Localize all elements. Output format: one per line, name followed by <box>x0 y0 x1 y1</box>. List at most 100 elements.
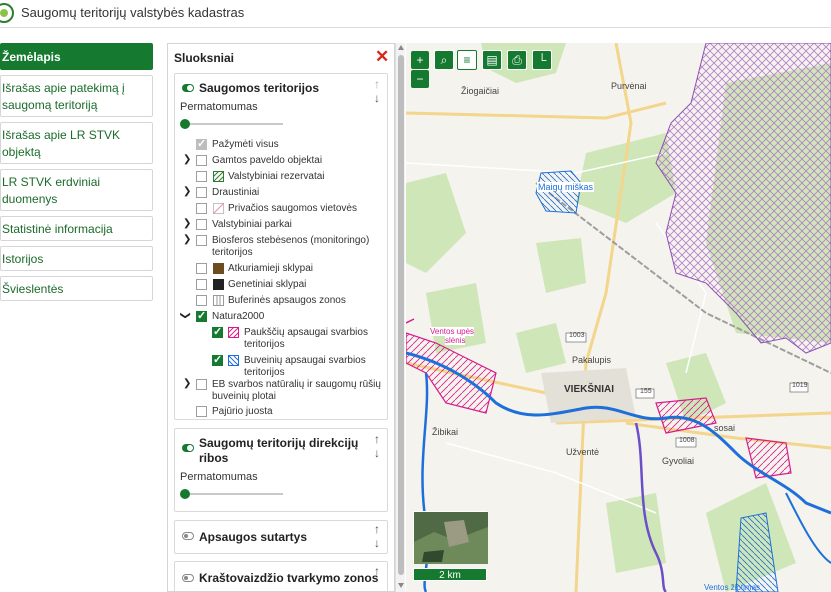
grid-grey-icon <box>213 295 224 306</box>
chevron-right-icon[interactable]: ❯ <box>183 218 191 229</box>
opacity-slider-track[interactable] <box>183 123 283 125</box>
layer-checkbox-habitats[interactable] <box>212 353 223 366</box>
chevron-right-icon[interactable]: ❯ <box>183 378 191 389</box>
toggle-directorates[interactable] <box>182 444 194 452</box>
panel-scrollbar[interactable] <box>395 43 405 592</box>
toggle-agreements[interactable] <box>182 532 194 540</box>
hatch-blue-icon <box>228 355 239 366</box>
hatch-magenta-icon <box>228 327 239 338</box>
zoom-in-button[interactable]: + <box>411 51 429 69</box>
layer-checkbox[interactable] <box>196 406 207 417</box>
map-label-ziogaiciai: Žiogaičiai <box>461 86 500 96</box>
layer-label: teritorijos <box>244 339 285 350</box>
layer-label: Valstybiniai rezervatai <box>228 171 325 182</box>
scroll-up-icon[interactable] <box>398 45 404 50</box>
chevron-right-icon[interactable]: ❯ <box>183 234 191 245</box>
layer-label: Draustiniai <box>212 187 260 198</box>
black-square-icon <box>213 279 224 290</box>
layer-label: Pajūrio juosta <box>212 406 273 417</box>
layer-label: Buferinės apsaugos zonos <box>228 295 346 306</box>
layer-label: Paukščių apsaugai svarbios <box>244 327 368 338</box>
close-icon[interactable]: ✕ <box>375 47 389 67</box>
nav-item-dashboards[interactable]: Švieslentės <box>0 276 153 301</box>
layer-checkbox[interactable] <box>196 203 207 214</box>
layer-label: teritorijos <box>212 247 253 258</box>
app-title: Saugomų teritorijų valstybės kadastras <box>21 5 245 20</box>
print-button[interactable]: ⎙ <box>507 50 527 70</box>
layer-label: Natura2000 <box>212 311 265 322</box>
nav-item-extract-access[interactable]: Išrašas apie patekimą į saugomą teritori… <box>0 75 153 117</box>
nav-item-spatial-data[interactable]: LR STVK erdviniai duomenys <box>0 169 153 211</box>
search-button[interactable]: ⌕ <box>434 50 454 70</box>
move-up-icon[interactable]: ↑ <box>374 77 380 91</box>
layer-label: teritorijos <box>244 367 285 378</box>
layer-checkbox-natura2000[interactable] <box>196 309 207 322</box>
opacity-slider-knob[interactable] <box>180 119 190 129</box>
overview-minimap[interactable] <box>413 511 488 564</box>
layer-checkbox[interactable] <box>196 279 207 290</box>
layer-label: Buveinių apsaugai svarbios <box>244 355 366 366</box>
zoom-out-button[interactable]: − <box>411 70 429 88</box>
layer-checkbox-birds[interactable] <box>212 325 223 338</box>
map-label-gyvoliai: Gyvoliai <box>662 456 695 466</box>
layer-label: Gamtos paveldo objektai <box>212 155 323 166</box>
map-label-road-155: 155 <box>640 388 652 395</box>
layers-panel-title: Sluoksniai <box>174 51 235 65</box>
layer-group-title: Saugomų teritorijų direkcijų <box>199 436 359 450</box>
layer-checkbox[interactable] <box>196 235 207 246</box>
measure-button[interactable]: └ <box>532 50 552 70</box>
chevron-down-icon[interactable]: ❯ <box>180 311 191 319</box>
select-all-checkbox[interactable] <box>196 137 207 150</box>
toggle-landscape-zones[interactable] <box>182 574 194 582</box>
print-icon: ⎙ <box>512 53 522 67</box>
minimap-graphics <box>414 512 488 564</box>
layer-label: Privačios saugomos vietovės <box>228 203 357 214</box>
map-label-sosai: sosai <box>714 423 736 433</box>
book-icon: ▤ <box>486 53 498 67</box>
ruler-icon: └ <box>537 53 547 67</box>
layer-label: Genetiniai sklypai <box>228 279 307 290</box>
scroll-thumb[interactable] <box>398 55 404 575</box>
move-up-icon[interactable]: ↑ <box>374 564 380 578</box>
layer-checkbox[interactable] <box>196 295 207 306</box>
layers-icon: ≡ <box>463 53 471 67</box>
move-down-icon[interactable]: ↓ <box>374 536 380 550</box>
search-icon: ⌕ <box>440 53 448 67</box>
layer-checkbox[interactable] <box>196 263 207 274</box>
nav-item-stories[interactable]: Istorijos <box>0 246 153 271</box>
toggle-protected-areas[interactable] <box>182 84 194 92</box>
layer-checkbox[interactable] <box>196 379 207 390</box>
layers-panel: Sluoksniai ✕ Saugomos teritorijos ↑ ↓ Pe… <box>167 43 395 592</box>
layer-label: Valstybiniai parkai <box>212 219 292 230</box>
map-canvas[interactable]: Žiogaičiai Purvėnai Maigų miškas Pakalup… <box>406 43 831 592</box>
layer-checkbox[interactable] <box>196 155 207 166</box>
layer-group-directorates: Saugomų teritorijų direkcijų ribos ↑ ↓ P… <box>174 428 388 512</box>
map-label-road-1008: 1008 <box>679 437 695 444</box>
layers-button[interactable]: ≡ <box>457 50 477 70</box>
opacity-slider-track[interactable] <box>183 493 283 495</box>
layer-checkbox[interactable] <box>196 187 207 198</box>
map-label-viekšniai: VIEKŠNIAI <box>564 384 615 395</box>
map-label-road-1019: 1019 <box>792 382 808 389</box>
move-up-icon[interactable]: ↑ <box>374 522 380 536</box>
layer-checkbox[interactable] <box>196 219 207 230</box>
nav-item-extract-object[interactable]: Išrašas apie LR STVK objektą <box>0 122 153 164</box>
layer-label: Biosferos stebėsenos (monitoringo) <box>212 235 370 246</box>
scroll-down-icon[interactable] <box>398 583 404 588</box>
opacity-label: Permatomumas <box>180 471 258 483</box>
chevron-right-icon[interactable]: ❯ <box>183 154 191 165</box>
nav-item-map[interactable]: Žemėlapis <box>0 43 153 70</box>
move-down-icon[interactable]: ↓ <box>374 91 380 105</box>
move-down-icon[interactable]: ↓ <box>374 446 380 460</box>
chevron-right-icon[interactable]: ❯ <box>183 186 191 197</box>
nav-item-statistics[interactable]: Statistinė informacija <box>0 216 153 241</box>
layer-group-title: Saugomos teritorijos <box>199 81 320 95</box>
layer-group-agreements: Apsaugos sutartys ↑ ↓ <box>174 520 388 554</box>
legend-button[interactable]: ▤ <box>482 50 502 70</box>
layer-checkbox[interactable] <box>196 171 207 182</box>
move-up-icon[interactable]: ↑ <box>374 432 380 446</box>
opacity-slider-knob[interactable] <box>180 489 190 499</box>
select-all-label: Pažymėti visus <box>212 139 279 150</box>
map-label-ventos-bottom: Ventos žiotimas <box>704 583 761 592</box>
map-label-road-1003: 1003 <box>569 332 585 339</box>
